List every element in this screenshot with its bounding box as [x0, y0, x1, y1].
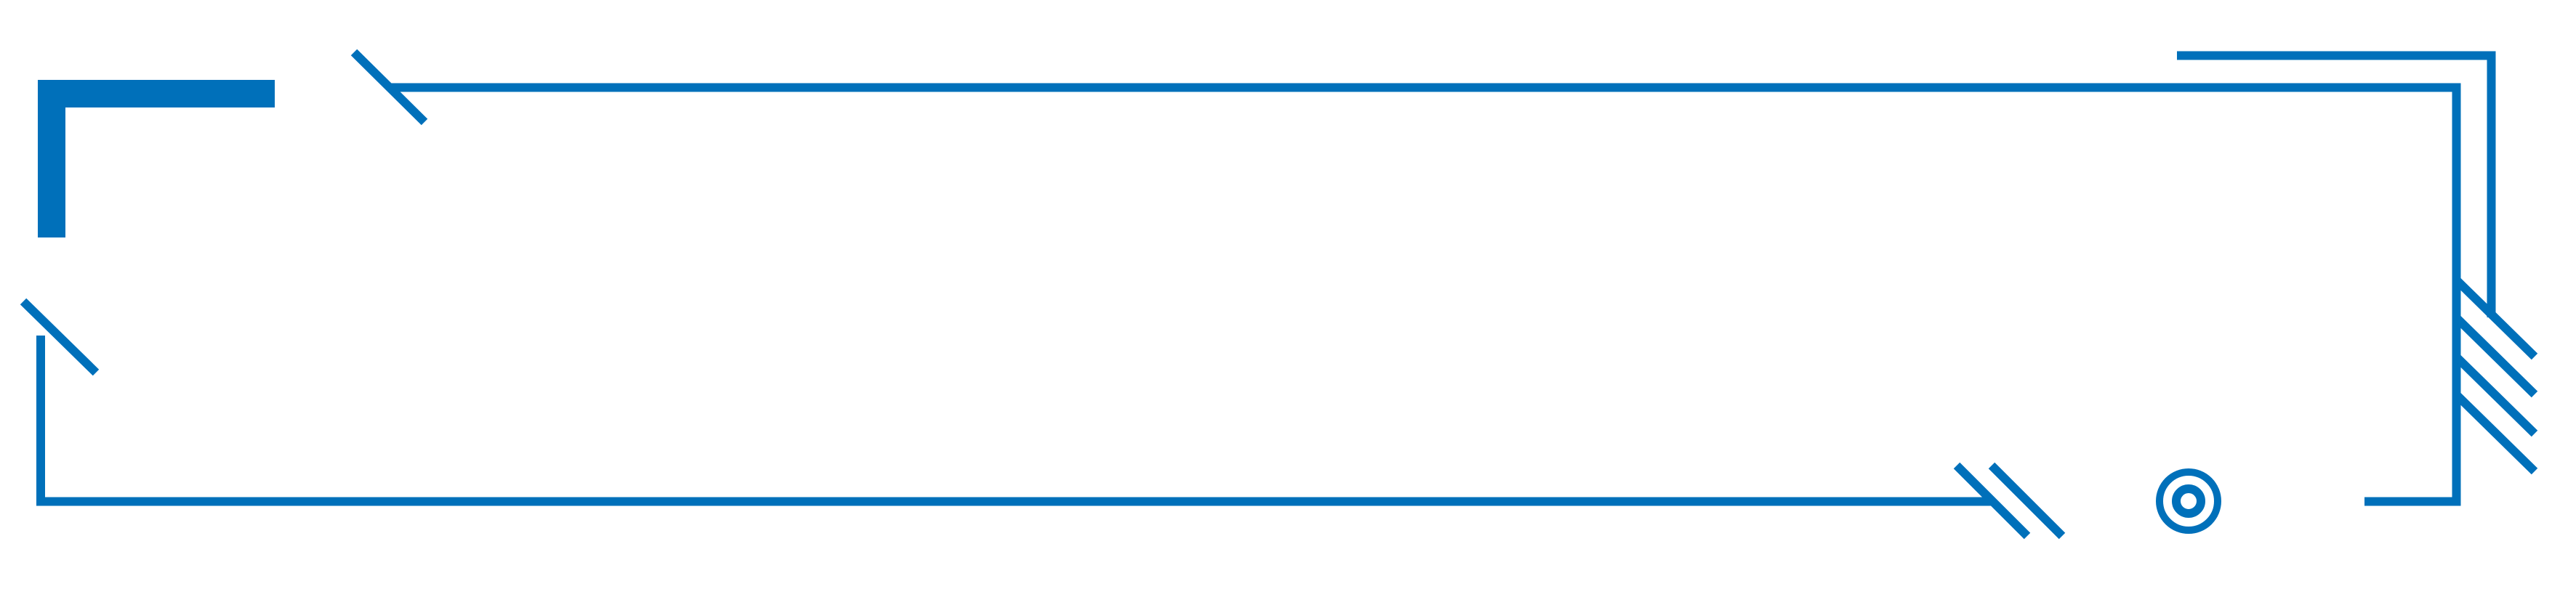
right-diagonal-tick: [2453, 354, 2538, 437]
outer-top-right-line: [2177, 51, 2496, 317]
corner-bracket-icon: [38, 80, 275, 237]
main-frame-left-bottom-line: [36, 336, 1992, 506]
decorative-frame: [20, 49, 2538, 540]
main-frame-top-right-line: [390, 83, 2461, 506]
right-diagonal-tick: [2453, 391, 2538, 475]
target-outer-ring: [2156, 468, 2221, 534]
bottom-diagonal-tick: [1988, 462, 2066, 540]
left-diagonal-tick: [20, 298, 100, 376]
target-circle-icon: [2156, 468, 2221, 534]
target-inner-ring: [2172, 484, 2205, 518]
right-diagonal-tick: [2453, 314, 2538, 398]
frame-group: [20, 49, 2538, 540]
